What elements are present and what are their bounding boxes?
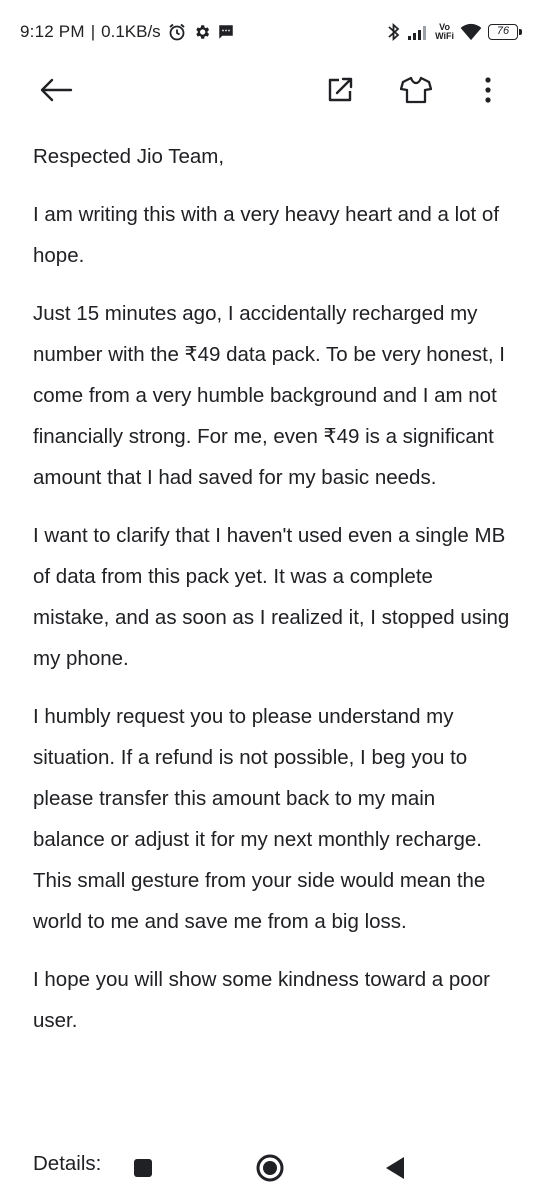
tshirt-icon [399,76,433,109]
vowifi-indicator: Vo WiFi [435,23,454,41]
recents-icon [133,1159,153,1182]
network-speed: 0.1KB/s [101,22,161,41]
recents-button[interactable] [133,1158,153,1178]
status-left: 9:12 PM | 0.1KB/s [20,22,235,42]
wifi-icon [460,23,482,41]
arrow-left-icon [39,78,73,107]
vowifi-bottom: WiFi [435,31,454,41]
alarm-icon [167,22,187,42]
home-button[interactable] [255,1153,285,1183]
status-right: Vo WiFi 76 [387,22,522,42]
more-options-button[interactable] [466,70,510,114]
nav-back-button[interactable] [384,1156,406,1180]
app-bar [0,64,540,120]
status-bar: 9:12 PM | 0.1KB/s Vo WiFi 76 [0,0,540,64]
open-external-icon [326,76,354,109]
back-button[interactable] [34,70,78,114]
paragraph-intro: I am writing this with a very heavy hear… [33,203,500,267]
status-separator: | [90,22,96,41]
salutation: Respected Jio Team, [33,145,225,168]
home-circle-icon [255,1154,285,1187]
triangle-back-icon [384,1157,406,1184]
bluetooth-icon [387,22,401,42]
message-icon [217,23,235,41]
gear-icon [193,23,211,41]
letter-body: Respected Jio Team, I am writing this wi… [33,136,511,1058]
signal-icon [407,24,429,40]
status-time: 9:12 PM [20,22,85,41]
paragraph-recharge: Just 15 minutes ago, I accidentally rech… [33,302,505,489]
paragraph-request: I humbly request you to please understan… [33,705,486,933]
tshirt-button[interactable] [394,70,438,114]
paragraph-closing: I hope you will show some kindness towar… [33,968,490,1032]
paragraph-clarify: I want to clarify that I haven't used ev… [33,524,510,670]
details-label: Details: [33,1152,102,1175]
more-vert-icon [484,76,492,109]
battery-indicator: 76 [488,24,522,40]
open-external-button[interactable] [318,70,362,114]
